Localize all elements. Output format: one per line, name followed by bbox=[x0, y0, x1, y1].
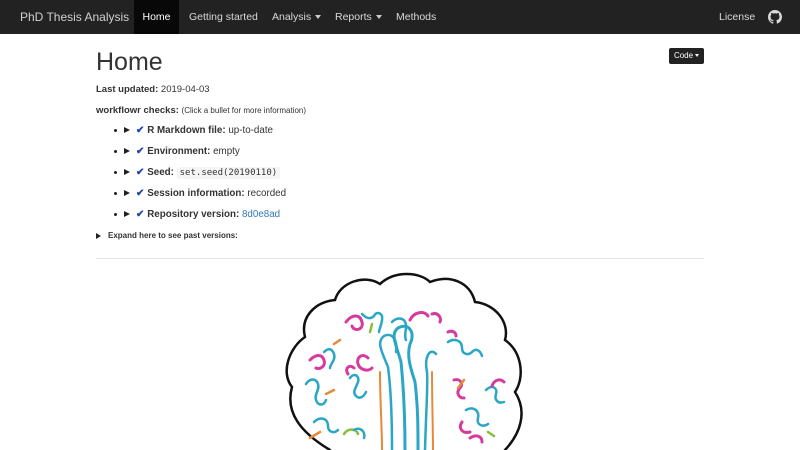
nav-methods[interactable]: Methods bbox=[396, 0, 436, 34]
divider bbox=[96, 258, 704, 259]
nav-license[interactable]: License bbox=[719, 0, 755, 34]
check-label: Session information: bbox=[147, 188, 245, 199]
chevron-down-icon bbox=[695, 54, 700, 58]
check-label: Environment: bbox=[147, 146, 211, 157]
checkmark-icon: ✔ bbox=[136, 146, 145, 157]
bullet-icon bbox=[114, 128, 117, 132]
chevron-down-icon bbox=[375, 15, 382, 20]
bullet-icon bbox=[114, 212, 117, 216]
navbar-brand[interactable]: PhD Thesis Analysis bbox=[20, 0, 129, 34]
repository-version-link[interactable]: 8d0e8ad bbox=[242, 209, 280, 220]
bullet-icon bbox=[114, 170, 117, 174]
checkmark-icon: ✔ bbox=[136, 209, 145, 220]
top-navbar: PhD Thesis Analysis Home Getting started… bbox=[0, 0, 800, 34]
checkmark-icon: ✔ bbox=[136, 125, 145, 136]
caret-right-icon[interactable] bbox=[124, 190, 130, 197]
nav-analysis-label: Analysis bbox=[272, 11, 312, 23]
nav-home[interactable]: Home bbox=[134, 0, 179, 34]
code-button-label: Code bbox=[673, 51, 694, 60]
chevron-down-icon bbox=[315, 15, 322, 20]
check-value: up-to-date bbox=[228, 125, 274, 136]
kidney-illustration bbox=[285, 272, 523, 450]
caret-right-icon[interactable] bbox=[124, 127, 130, 134]
github-icon[interactable] bbox=[768, 10, 782, 24]
workflowr-checks-heading: workflowr checks: (Click a bullet for mo… bbox=[96, 105, 306, 116]
checkmark-icon: ✔ bbox=[136, 167, 145, 178]
check-session-info[interactable]: ✔ Session information: recorded bbox=[114, 186, 286, 202]
checkmark-icon: ✔ bbox=[136, 188, 145, 199]
expand-label: Expand here to see past versions: bbox=[108, 231, 238, 240]
caret-right-icon bbox=[96, 232, 101, 239]
check-seed[interactable]: ✔ Seed: set.seed(20190110) bbox=[114, 165, 281, 181]
check-environment[interactable]: ✔ Environment: empty bbox=[114, 144, 240, 160]
check-value: set.seed(20190110) bbox=[176, 167, 281, 179]
check-repository-version[interactable]: ✔ Repository version: 8d0e8ad bbox=[114, 207, 280, 223]
checks-label: workflowr checks: bbox=[96, 105, 179, 116]
check-rmarkdown[interactable]: ✔ R Markdown file: up-to-date bbox=[114, 123, 273, 139]
check-label: R Markdown file: bbox=[147, 125, 226, 136]
past-versions-toggle[interactable]: Expand here to see past versions: bbox=[96, 231, 238, 240]
last-updated-value: 2019-04-03 bbox=[160, 84, 210, 95]
caret-right-icon[interactable] bbox=[124, 148, 130, 155]
checks-hint: (Click a bullet for more information) bbox=[181, 106, 307, 115]
bullet-icon bbox=[114, 191, 117, 195]
nav-reports[interactable]: Reports bbox=[335, 0, 382, 34]
caret-right-icon[interactable] bbox=[124, 169, 130, 176]
nav-getting-started[interactable]: Getting started bbox=[189, 0, 258, 34]
nav-analysis[interactable]: Analysis bbox=[272, 0, 322, 34]
check-value: recorded bbox=[247, 188, 287, 199]
bullet-icon bbox=[114, 149, 117, 153]
caret-right-icon[interactable] bbox=[124, 211, 130, 218]
nav-reports-label: Reports bbox=[335, 11, 372, 23]
check-label: Seed: bbox=[147, 167, 174, 178]
check-value: empty bbox=[213, 146, 240, 157]
check-label: Repository version: bbox=[147, 209, 240, 220]
last-updated-label: Last updated: bbox=[96, 84, 159, 95]
page-title: Home bbox=[96, 48, 163, 76]
code-button[interactable]: Code bbox=[669, 48, 704, 64]
last-updated: Last updated: 2019-04-03 bbox=[96, 84, 210, 95]
